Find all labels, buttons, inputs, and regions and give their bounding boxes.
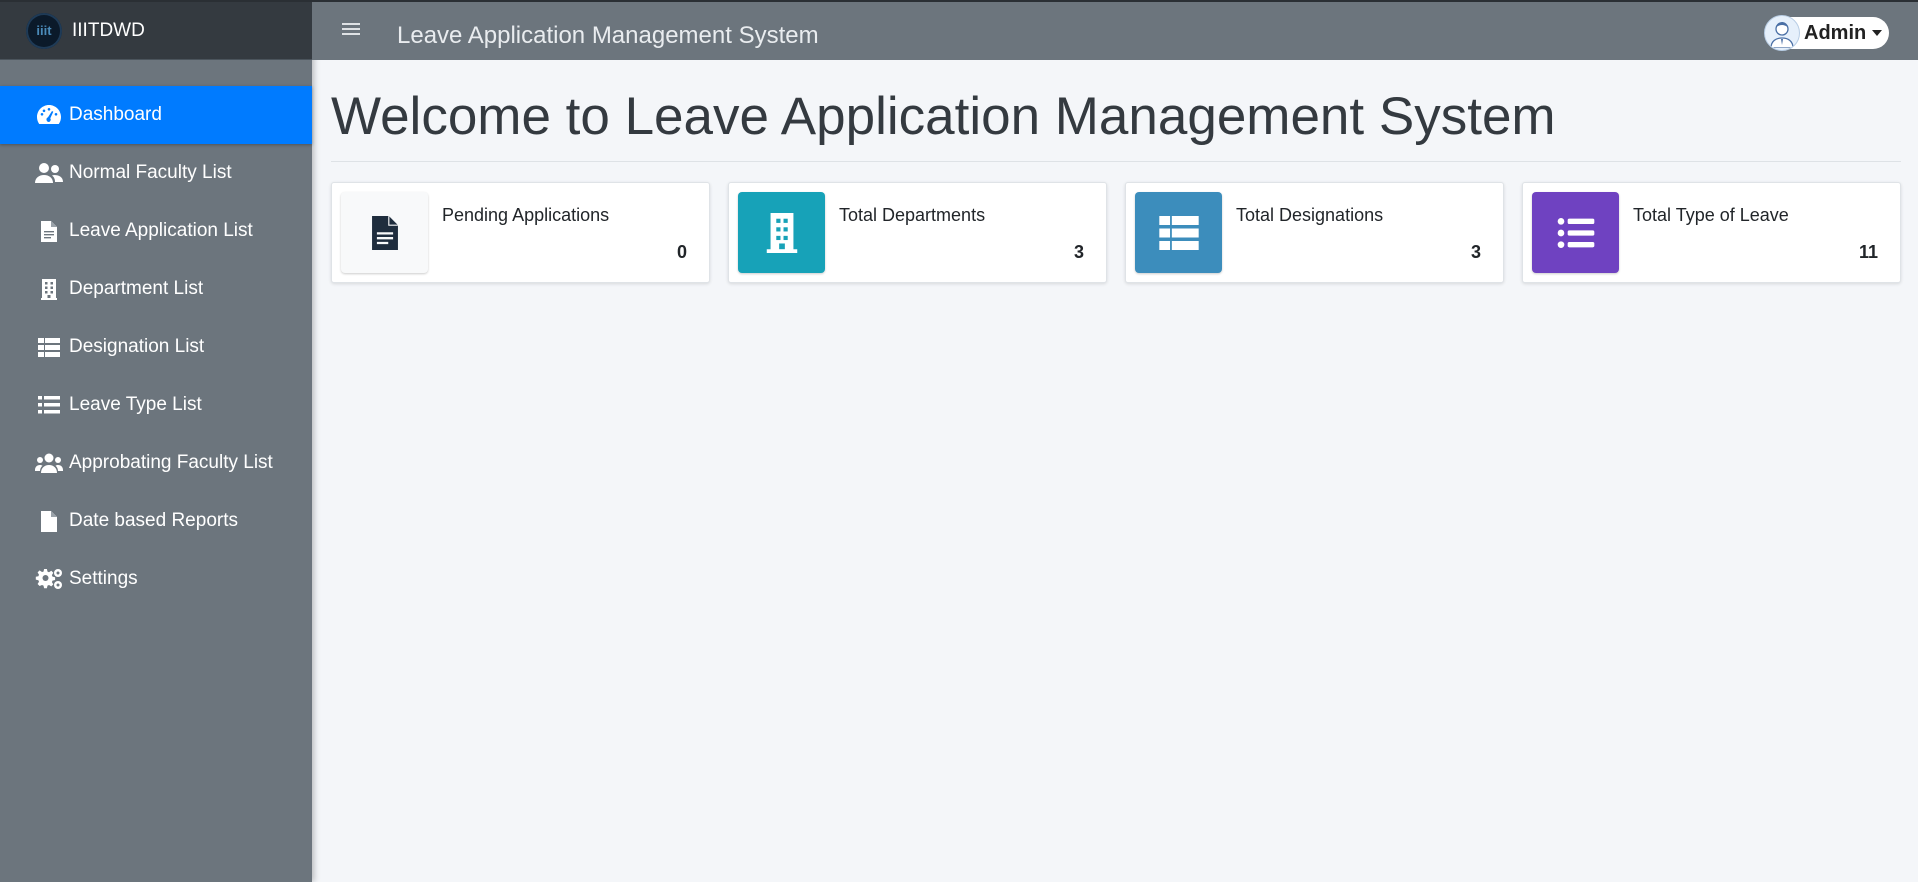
card-value: 11 [1858,242,1878,262]
sidebar-item-designation[interactable]: Designation List [0,318,312,376]
card-label: Total Type of Leave [1633,205,1789,225]
table-icon [35,335,63,359]
file-icon [35,509,63,533]
sidebar-item-department[interactable]: Department List [0,260,312,318]
chevron-down-icon [1872,30,1883,36]
user-name: Admin [1804,21,1867,44]
table-icon [1135,192,1222,273]
sidebar-item-dashboard[interactable]: Dashboard [0,86,312,144]
card-label: Pending Applications [442,205,610,225]
sidebar-item-label: Normal Faculty List [69,162,232,183]
sidebar-item-label: Approbating Faculty List [69,452,273,473]
sidebar-item-approbating-faculty[interactable]: Approbating Faculty List [0,434,312,492]
sidebar-item-settings[interactable]: Settings [0,550,312,608]
sidebar-item-label: Designation List [69,336,205,357]
app-title: Leave Application Management System [397,22,819,49]
avatar [1764,15,1800,51]
menu-toggle-icon[interactable] [342,20,360,38]
sidebar-item-label: Department List [69,278,204,299]
info-box-total-departments[interactable]: Total Departments 3 [728,182,1107,283]
file-text-icon [35,219,63,243]
card-value: 3 [1073,242,1084,262]
info-box-total-leave-types[interactable]: Total Type of Leave 11 [1522,182,1901,283]
brand-logo-text: iiit [36,23,52,38]
list-icon [1532,192,1619,273]
top-navbar: Leave Application Management System Admi… [312,0,1918,60]
sidebar-item-label: Leave Type List [69,394,202,415]
info-box-pending-applications[interactable]: Pending Applications 0 [331,182,710,283]
card-value: 0 [676,242,687,262]
page-title: Welcome to Leave Application Management … [331,87,1556,146]
user-dropdown[interactable]: Admin [1764,15,1889,51]
sidebar-item-normal-faculty[interactable]: Normal Faculty List [0,144,312,202]
sidebar-item-label: Date based Reports [69,510,238,531]
sidebar-item-label: Settings [69,568,138,589]
users-group-icon [35,451,63,475]
sidebar-item-label: Dashboard [69,104,162,125]
sidebar: iiit IIITDWD Dashboard Normal Faculty Li… [0,0,312,882]
sidebar-nav: Dashboard Normal Faculty List Leave Appl… [0,86,312,608]
info-box-total-designations[interactable]: Total Designations 3 [1125,182,1504,283]
building-icon [738,192,825,273]
card-label: Total Designations [1236,205,1384,225]
cogs-icon [35,567,63,591]
divider [331,161,1901,162]
sidebar-item-leave-application[interactable]: Leave Application List [0,202,312,260]
card-value: 3 [1470,242,1481,262]
brand-link[interactable]: iiit IIITDWD [0,0,312,60]
brand-logo: iiit [26,12,62,49]
brand-name: IIITDWD [72,19,145,41]
tachometer-icon [35,103,63,127]
sidebar-item-leave-type[interactable]: Leave Type List [0,376,312,434]
card-label: Total Departments [839,205,986,225]
sidebar-item-date-reports[interactable]: Date based Reports [0,492,312,550]
users-icon [35,161,63,185]
building-icon [35,277,63,301]
file-text-icon [341,192,428,273]
sidebar-item-label: Leave Application List [69,220,253,241]
list-icon [35,393,63,417]
main-content: Welcome to Leave Application Management … [312,60,1918,882]
